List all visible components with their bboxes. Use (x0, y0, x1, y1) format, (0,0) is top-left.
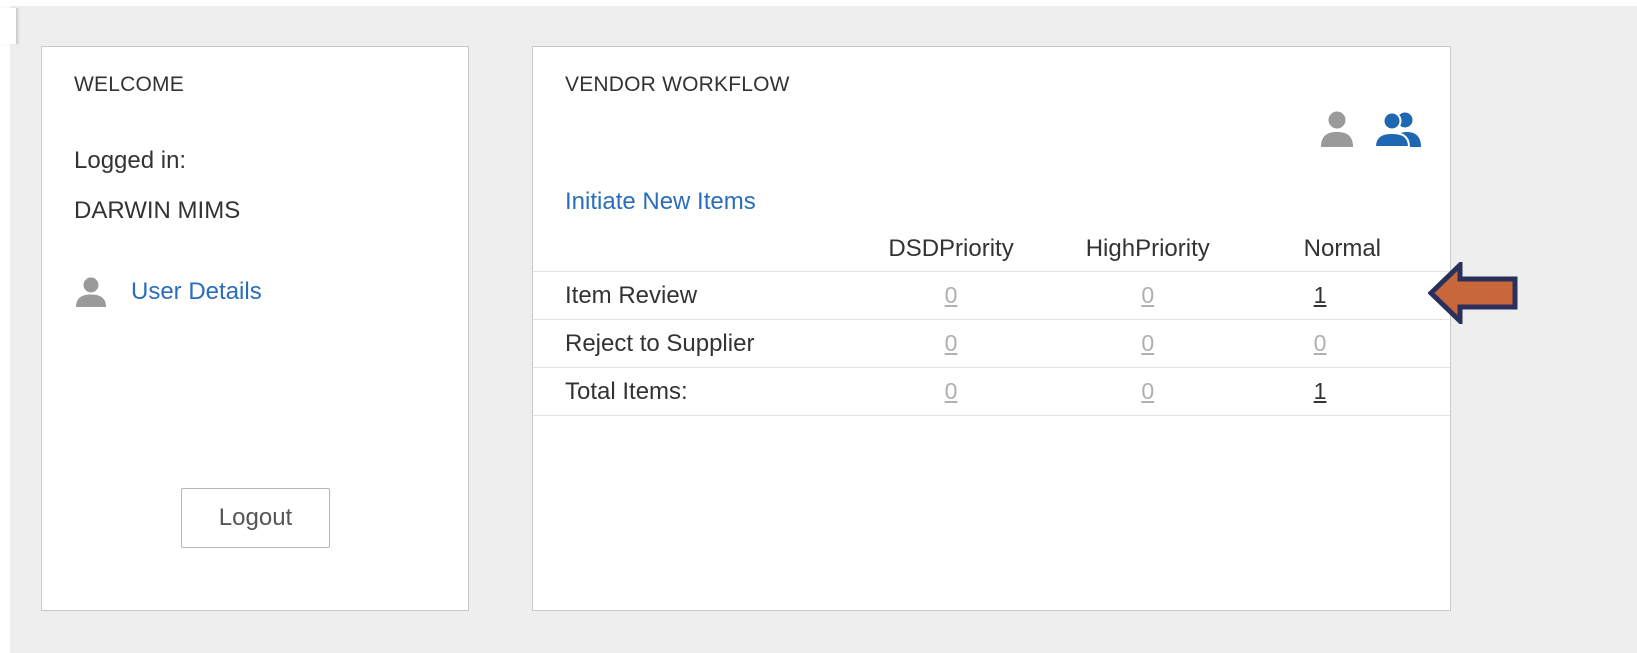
cell-dsd: 0 (830, 271, 1072, 320)
logout-button[interactable]: Logout (181, 488, 330, 548)
arrow-left-icon (1427, 259, 1520, 327)
count-link[interactable]: 0 (1141, 330, 1154, 356)
count-link[interactable]: 0 (945, 330, 958, 356)
cell-dsd: 0 (830, 367, 1072, 416)
header-empty (533, 227, 830, 272)
side-panel-tab[interactable] (0, 8, 18, 44)
workflow-title: VENDOR WORKFLOW (565, 73, 790, 96)
logged-in-label: Logged in: (74, 147, 187, 174)
initiate-new-items-link[interactable]: Initiate New Items (565, 188, 756, 216)
single-user-icon[interactable] (1318, 109, 1356, 149)
group-users-icon[interactable] (1373, 109, 1421, 149)
cell-normal: 0 (1223, 319, 1450, 368)
count-link[interactable]: 1 (1314, 378, 1327, 404)
welcome-card: WELCOME Logged in: DARWIN MIMS User Deta… (41, 46, 469, 611)
table-row: Item Review 0 0 1 (533, 271, 1450, 320)
count-link[interactable]: 0 (1314, 330, 1327, 356)
table-row: Reject to Supplier 0 0 0 (533, 319, 1450, 368)
cell-high: 0 (1071, 319, 1224, 368)
cell-dsd: 0 (830, 319, 1072, 368)
count-link[interactable]: 0 (1141, 378, 1154, 404)
count-link[interactable]: 1 (1314, 282, 1327, 308)
view-toggle (1318, 109, 1421, 149)
cell-normal: 1 (1223, 367, 1450, 416)
person-icon (74, 275, 108, 309)
user-details-row: User Details (74, 275, 262, 309)
header-normal: Normal (1303, 235, 1381, 262)
table-header-row: DSDPriority HighPriority Normal (533, 227, 1450, 272)
vendor-workflow-card: VENDOR WORKFLOW Initiate New Items DSDPr… (532, 46, 1451, 611)
count-link[interactable]: 0 (945, 282, 958, 308)
table-row: Total Items: 0 0 1 (533, 367, 1450, 416)
user-name: DARWIN MIMS (74, 197, 241, 224)
welcome-title: WELCOME (74, 73, 184, 96)
cell-high: 0 (1071, 271, 1224, 320)
workflow-table: DSDPriority HighPriority Normal Item Rev… (533, 227, 1450, 416)
header-dsd-priority: DSDPriority (888, 235, 1014, 262)
count-link[interactable]: 0 (1141, 282, 1154, 308)
row-label: Reject to Supplier (533, 319, 831, 368)
row-label: Item Review (533, 271, 831, 320)
header-high-priority: HighPriority (1085, 235, 1210, 262)
cell-normal: 1 (1223, 271, 1450, 320)
cell-high: 0 (1071, 367, 1224, 416)
user-details-link[interactable]: User Details (131, 278, 262, 306)
count-link[interactable]: 0 (945, 378, 958, 404)
row-label: Total Items: (533, 367, 831, 416)
